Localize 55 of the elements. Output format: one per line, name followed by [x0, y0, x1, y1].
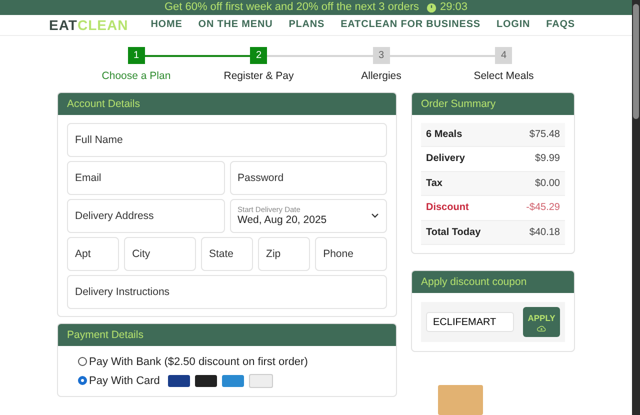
radio-label[interactable]: Pay With Card [89, 374, 160, 386]
nav-link[interactable]: FAQS [546, 19, 575, 30]
input-field[interactable]: Delivery Instructions [67, 274, 387, 308]
card-icon [168, 374, 190, 386]
nav-link[interactable]: LOGIN [496, 19, 530, 30]
summary-label: 6 Meals [426, 128, 462, 140]
input-field[interactable]: Phone [315, 236, 387, 270]
summary-amount: $0.00 [534, 178, 560, 189]
summary-amount: $75.48 [529, 128, 560, 140]
nav-link[interactable]: ON THE MENU [198, 19, 273, 30]
summary-label: Tax [426, 178, 442, 189]
input-field[interactable]: Delivery Address [67, 198, 224, 232]
radio-button[interactable] [78, 357, 87, 366]
apply-button[interactable]: APPLY [523, 307, 560, 337]
step-number[interactable]: 2 [250, 46, 268, 64]
input-field[interactable]: Email [67, 160, 224, 194]
step-label: Choose a Plan [102, 70, 171, 82]
card-icon [248, 374, 273, 388]
scrollbar[interactable] [632, 0, 640, 415]
input-field[interactable]: City [124, 236, 196, 270]
input-field[interactable]: Zip [258, 236, 310, 270]
chevron-down-icon [371, 213, 379, 218]
summary-amount: $9.99 [534, 153, 560, 164]
nav-link[interactable]: EATCLEAN FOR BUSINESS [340, 19, 480, 30]
nav-link[interactable]: HOME [150, 19, 182, 30]
step-label: Select Meals [474, 70, 534, 82]
summary-amount: $40.18 [529, 226, 560, 238]
step-label: Allergies [361, 70, 402, 82]
input-field[interactable]: State [200, 236, 254, 270]
card-icon [194, 374, 217, 386]
input-field[interactable]: Full Name [67, 122, 387, 156]
panel-header: Account Details [58, 92, 396, 114]
nav-link[interactable]: PLANS [288, 19, 325, 30]
panel-header: Payment Details [58, 324, 396, 346]
input-field[interactable]: Password [230, 160, 387, 194]
input-field[interactable]: Apt [67, 236, 120, 270]
coupon-field[interactable]: ECLIFEMART [426, 312, 514, 332]
product-box-photo-placeholder [438, 385, 483, 415]
logo[interactable]: EATCLEAN [49, 16, 128, 33]
step-number[interactable]: 4 [495, 46, 512, 64]
step-number[interactable]: 1 [128, 46, 145, 64]
cloud-upload-icon [537, 324, 546, 332]
card-icon [222, 374, 244, 386]
summary-label: Delivery [426, 153, 465, 164]
promo-text: Get 60% off first week and 20% off the next 3 orders [164, 1, 420, 14]
step-label: Register & Pay [224, 70, 294, 82]
radio-button[interactable] [78, 376, 87, 385]
radio-label[interactable]: Pay With Bank ($2.50 discount on first order) [89, 356, 308, 368]
countdown-timer: 29:03 [440, 1, 468, 14]
panel-header: Order Summary [412, 92, 574, 114]
summary-amount: -$45.29 [526, 202, 560, 214]
panel-header: Apply discount coupon [412, 271, 574, 293]
summary-label: Discount [426, 202, 469, 214]
step-number[interactable]: 3 [372, 46, 390, 64]
summary-label: Total Today [426, 226, 481, 238]
